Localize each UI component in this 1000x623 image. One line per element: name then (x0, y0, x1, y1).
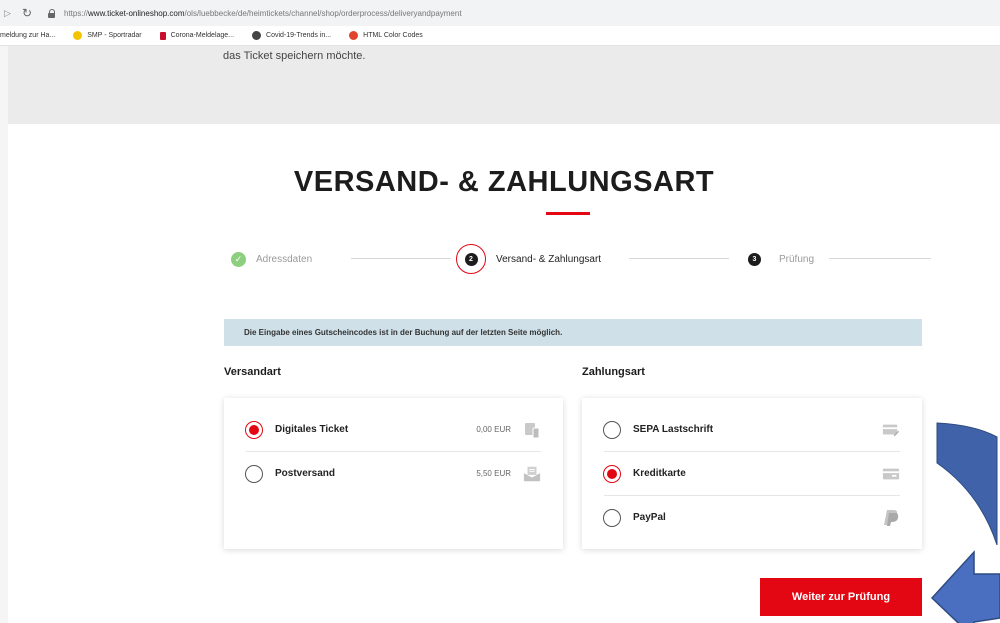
bookmark-item[interactable]: meldung zur Ha... (0, 32, 55, 39)
option-label: SEPA Lastschrift (633, 424, 714, 435)
step-adressdaten[interactable]: ✓ Adressdaten (231, 244, 312, 274)
bookmark-label: HTML Color Codes (363, 32, 423, 39)
sepa-card-icon (882, 421, 900, 439)
mobile-ticket-icon (523, 421, 541, 439)
continue-to-review-button[interactable]: Weiter zur Prüfung (760, 578, 922, 616)
browser-url-bar: ▷ ↻ https://www.ticket-onlineshop.com/ol… (0, 0, 1000, 26)
bookmark-item[interactable]: Corona-Meldelage... (159, 31, 235, 40)
step-label: Versand- & Zahlungsart (496, 253, 602, 265)
payment-title: Zahlungsart (582, 366, 645, 378)
shipping-option-post[interactable]: Postversand 5,50 EUR (224, 452, 563, 495)
annotation-arrow-curved (936, 422, 998, 545)
lock-icon[interactable] (48, 8, 56, 18)
voucher-info-bar: Die Eingabe eines Gutscheincodes ist in … (224, 319, 922, 346)
step-number: 2 (464, 252, 478, 266)
step-divider (351, 258, 451, 259)
step-pruefung: 3 Prüfung (748, 244, 814, 274)
voucher-info-text: Die Eingabe eines Gutscheincodes ist in … (244, 328, 563, 337)
paypal-icon (882, 509, 900, 527)
virus-icon (252, 31, 262, 40)
radio-button[interactable] (603, 464, 621, 483)
checkout-page: das Ticket speichern möchte. VERSAND- & … (8, 46, 1000, 623)
option-label: Kreditkarte (633, 468, 686, 479)
option-label: PayPal (633, 512, 666, 523)
bookmark-item[interactable]: Covid-19-Trends in... (252, 31, 331, 40)
radio-button[interactable] (245, 420, 263, 439)
payment-option-kreditkarte[interactable]: Kreditkarte (582, 452, 922, 495)
color-wheel-icon (349, 31, 359, 40)
check-icon: ✓ (231, 251, 246, 267)
option-label: Postversand (275, 468, 336, 479)
globe-icon (73, 31, 83, 40)
bookmark-label: SMP - Sportradar (87, 32, 142, 39)
bookmark-label: Covid-19-Trends in... (266, 32, 332, 39)
payment-option-paypal[interactable]: PayPal (582, 496, 922, 539)
bookmark-label: meldung zur Ha... (0, 32, 56, 39)
bookmark-label: Corona-Meldelage... (170, 32, 235, 39)
top-info-band: das Ticket speichern möchte. (8, 46, 1000, 124)
step-versand-zahlungsart: 2 Versand- & Zahlungsart (456, 244, 601, 274)
checkout-stepper: ✓ Adressdaten 2 Versand- & Zahlungsart 3… (231, 244, 931, 274)
shipping-option-digital[interactable]: Digitales Ticket 0,00 EUR (224, 408, 563, 451)
option-price: 5,50 EUR (476, 469, 511, 478)
reload-icon[interactable]: ↻ (22, 6, 36, 20)
annotation-arrow-pointer (930, 550, 1000, 623)
payment-option-sepa[interactable]: SEPA Lastschrift (582, 408, 922, 451)
top-info-text: das Ticket speichern möchte. (223, 50, 366, 62)
shipping-title: Versandart (224, 366, 281, 378)
credit-card-icon (882, 465, 900, 483)
step-number: 3 (748, 252, 761, 266)
step-label: Adressdaten (256, 253, 313, 265)
radio-button[interactable] (603, 508, 621, 527)
payment-card: SEPA Lastschrift Kreditkarte PayPal (582, 398, 922, 549)
step-divider (829, 258, 931, 259)
address-field[interactable]: https://www.ticket-onlineshop.com/ols/lu… (64, 9, 462, 18)
bookmark-item[interactable]: HTML Color Codes (349, 31, 423, 40)
eagle-icon (159, 31, 166, 40)
bookmark-item[interactable]: SMP - Sportradar (73, 31, 142, 40)
option-label: Digitales Ticket (275, 424, 349, 435)
shipping-card: Digitales Ticket 0,00 EUR Postversand 5,… (224, 398, 563, 549)
page-title: VERSAND- & ZAHLUNGSART (293, 166, 715, 198)
step-label: Prüfung (779, 253, 815, 265)
forward-icon[interactable]: ▷ (4, 8, 14, 19)
active-step-ring: 2 (456, 244, 486, 274)
mail-envelope-icon (523, 465, 541, 483)
radio-button[interactable] (245, 464, 263, 483)
radio-button[interactable] (603, 420, 621, 439)
step-divider (629, 258, 729, 259)
option-price: 0,00 EUR (476, 425, 511, 434)
title-underline (546, 212, 590, 215)
bookmarks-bar: meldung zur Ha... SMP - Sportradar Coron… (0, 26, 1000, 46)
